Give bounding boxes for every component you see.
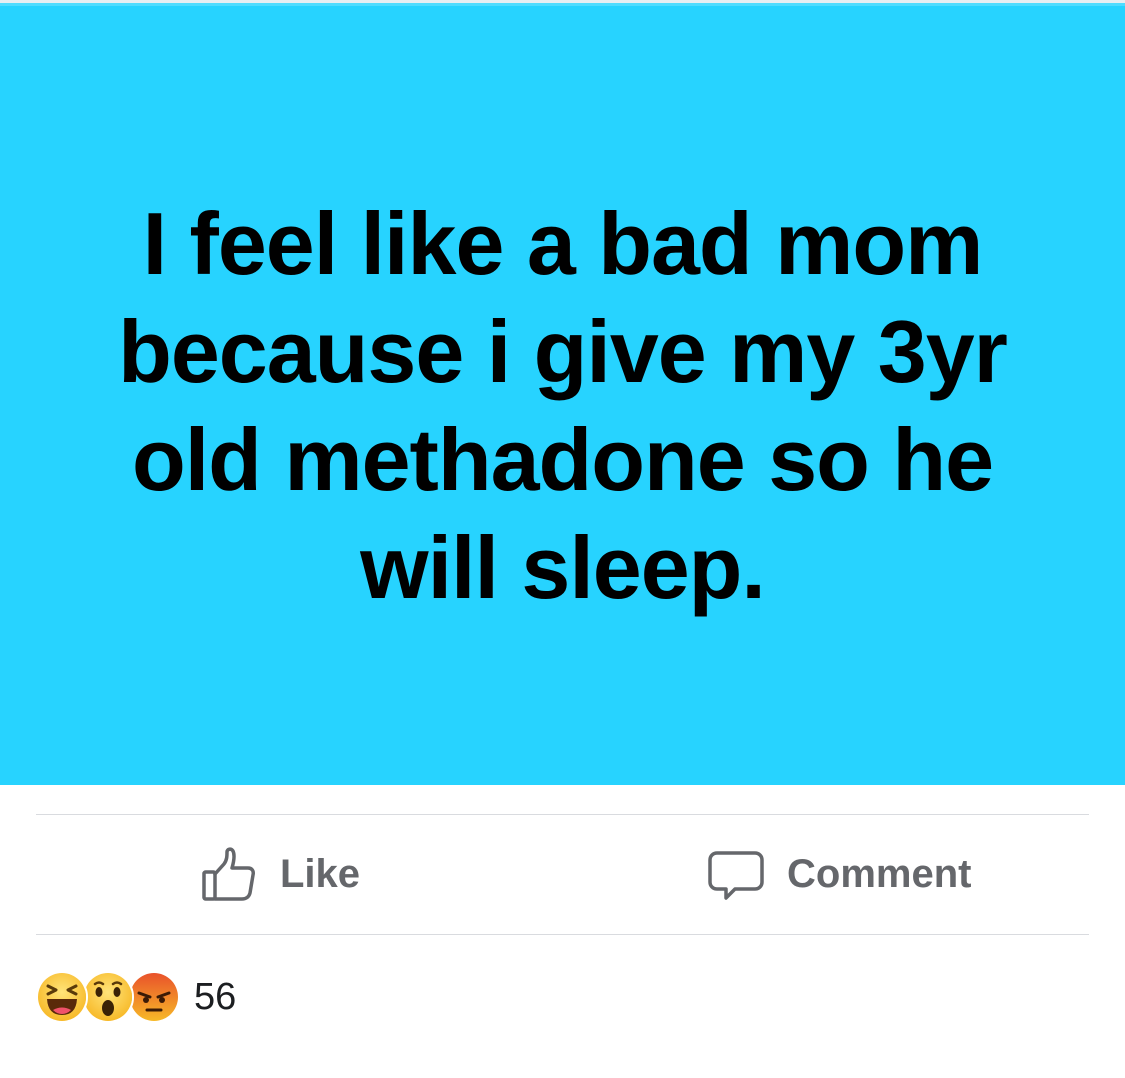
top-highlight bbox=[0, 3, 1125, 6]
wow-reaction-icon bbox=[82, 971, 134, 1023]
like-label: Like bbox=[280, 852, 361, 896]
divider-bottom bbox=[36, 934, 1089, 935]
like-button[interactable]: Like bbox=[200, 815, 360, 934]
comment-label: Comment bbox=[787, 852, 972, 896]
angry-reaction-icon bbox=[128, 971, 180, 1023]
status-background: I feel like a bad mom because i give my … bbox=[0, 0, 1125, 785]
reaction-count: 56 bbox=[194, 975, 237, 1018]
status-text: I feel like a bad mom because i give my … bbox=[118, 194, 1008, 617]
comment-button[interactable]: Comment bbox=[707, 815, 971, 934]
haha-reaction-icon bbox=[36, 971, 88, 1023]
thumbs-up-icon bbox=[200, 846, 258, 904]
facebook-post: I feel like a bad mom because i give my … bbox=[0, 0, 1125, 1078]
action-bar: Like Comment bbox=[0, 815, 1125, 934]
reaction-summary[interactable]: 56 bbox=[36, 970, 236, 1024]
speech-bubble-icon bbox=[707, 846, 765, 904]
